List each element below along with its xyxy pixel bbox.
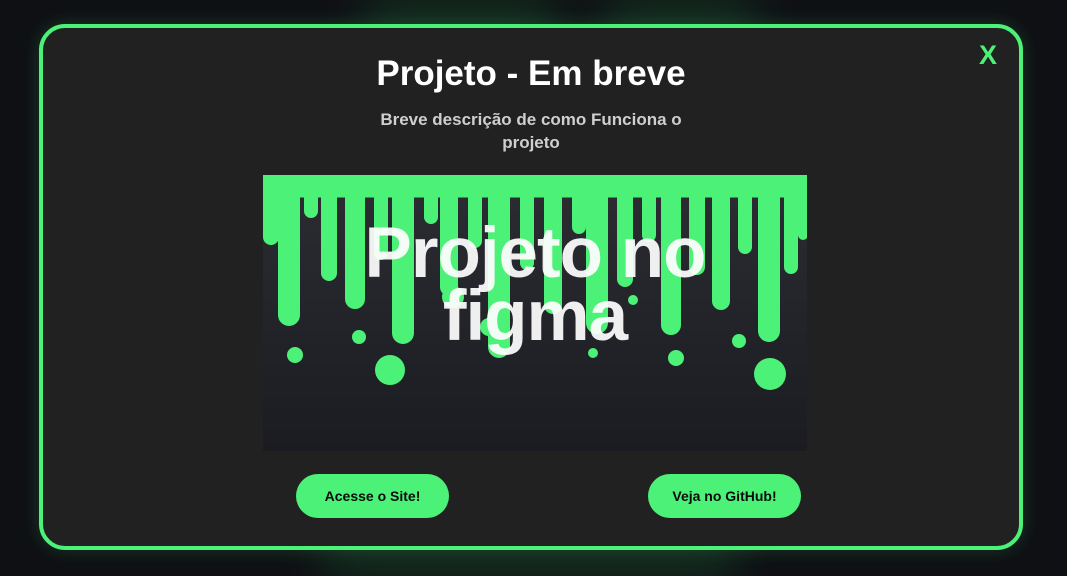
github-button[interactable]: Veja no GitHub! — [648, 474, 801, 518]
visit-site-button[interactable]: Acesse o Site! — [296, 474, 449, 518]
preview-caption: Projeto no figma — [364, 214, 706, 356]
modal-title: Projeto - Em breve — [376, 54, 686, 93]
modal-description: Breve descrição de como Funciona o proje… — [380, 110, 682, 152]
project-modal: X Projeto - Em breve Breve descrição de … — [39, 24, 1023, 550]
project-preview-image: Projeto no figma — [263, 175, 807, 451]
